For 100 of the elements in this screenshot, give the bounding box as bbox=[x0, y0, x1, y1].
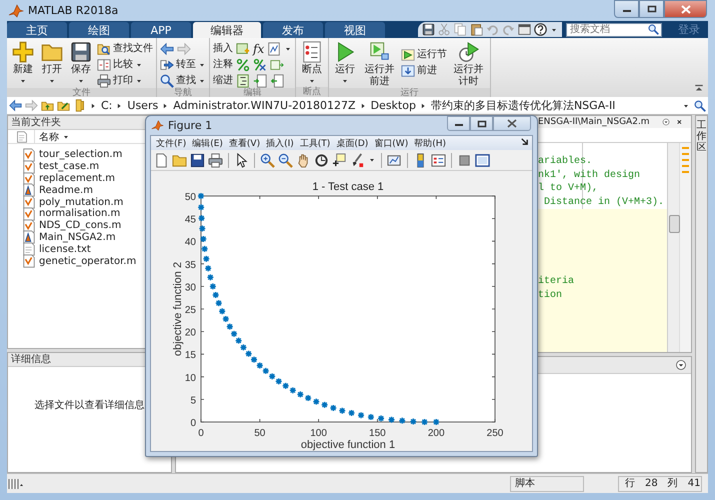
page-icon[interactable] bbox=[267, 42, 282, 56]
close-button[interactable] bbox=[664, 0, 707, 18]
uncomment-icon[interactable] bbox=[253, 58, 267, 72]
menu-item[interactable]: 窗口(W) bbox=[374, 136, 408, 150]
caret-icon[interactable] bbox=[308, 77, 316, 85]
file-item[interactable]: normalisation.m bbox=[22, 208, 120, 220]
maximize-button[interactable] bbox=[470, 116, 493, 131]
browse-folder-icon[interactable] bbox=[57, 99, 70, 112]
dropdown-icon[interactable] bbox=[662, 116, 670, 128]
back-arrow-icon[interactable] bbox=[160, 42, 174, 56]
zoom-out-icon[interactable] bbox=[278, 152, 293, 168]
editor-tab-title[interactable]: ENSGA-II\Main_NSGA2.m bbox=[538, 117, 650, 127]
maximize-button[interactable] bbox=[639, 0, 664, 18]
paste-icon[interactable] bbox=[470, 23, 483, 36]
new-file-icon[interactable] bbox=[154, 152, 169, 168]
minimize-button[interactable] bbox=[447, 116, 470, 131]
ribbon-tab[interactable]: APP bbox=[131, 22, 191, 38]
print-button[interactable]: 打印 bbox=[97, 73, 153, 88]
close-button[interactable] bbox=[493, 116, 531, 131]
brush-icon[interactable] bbox=[350, 152, 365, 168]
open-button[interactable]: 打开 bbox=[39, 41, 65, 85]
tick-label: 30 bbox=[184, 282, 196, 294]
caret-icon[interactable] bbox=[341, 77, 350, 85]
ribbon-tab[interactable]: 视图 bbox=[325, 22, 385, 38]
dropdown-icon[interactable] bbox=[675, 359, 687, 371]
outdent-icon[interactable] bbox=[270, 74, 284, 88]
caret-icon[interactable] bbox=[19, 77, 27, 85]
ribbon-tab[interactable]: 绘图 bbox=[69, 22, 129, 38]
ribbon-tab[interactable]: 发布 bbox=[263, 22, 323, 38]
breakpoints-button[interactable]: 断点 bbox=[299, 41, 326, 85]
rotate-icon[interactable] bbox=[314, 152, 329, 168]
minimize-button[interactable] bbox=[614, 0, 639, 18]
file-item[interactable]: test_case.m bbox=[22, 160, 100, 173]
goto-button[interactable]: 转至 bbox=[160, 57, 206, 72]
link-plot-icon[interactable] bbox=[387, 152, 402, 168]
compare-button[interactable]: 比较 bbox=[97, 57, 153, 72]
maximize-icon bbox=[646, 5, 656, 13]
back-arrow-icon[interactable] bbox=[9, 99, 22, 112]
column-number: 41 bbox=[688, 476, 700, 490]
wrap-comment-icon[interactable] bbox=[270, 58, 284, 72]
run-button[interactable]: 运行 bbox=[332, 41, 358, 85]
ribbon-tab[interactable]: 主页 bbox=[7, 22, 67, 38]
menu-item[interactable]: 插入(I) bbox=[266, 136, 294, 150]
caret-icon[interactable] bbox=[48, 77, 56, 85]
menu-item[interactable]: 工具(T) bbox=[300, 136, 330, 150]
app-logo-icon bbox=[8, 2, 24, 18]
run-and-time-button[interactable]: 运行并计时 bbox=[450, 41, 488, 88]
folder-search-icon bbox=[97, 42, 111, 56]
save-button[interactable]: 保存 bbox=[68, 41, 94, 85]
help-icon[interactable] bbox=[534, 23, 547, 36]
caret-icon[interactable] bbox=[77, 77, 85, 85]
function-button[interactable]: fx bbox=[253, 42, 264, 56]
close-icon[interactable] bbox=[676, 117, 682, 127]
zoom-in-icon[interactable] bbox=[260, 152, 275, 168]
file-item[interactable]: Main_NSGA2.m bbox=[22, 232, 116, 244]
indent-icon[interactable] bbox=[253, 74, 267, 88]
path-segment[interactable]: C: bbox=[101, 99, 112, 112]
window-icon[interactable] bbox=[518, 23, 531, 36]
find-files-button[interactable]: 查找文件 bbox=[97, 41, 153, 56]
text-file-icon bbox=[22, 242, 36, 256]
tick-label: 50 bbox=[184, 192, 196, 203]
hide-plot-tools-icon[interactable] bbox=[457, 152, 472, 168]
show-plot-tools-icon[interactable] bbox=[475, 152, 490, 168]
menu-item[interactable]: 编辑(E) bbox=[192, 136, 223, 150]
path-segment[interactable]: Users bbox=[127, 99, 158, 112]
ribbon-tab[interactable]: 编辑器 bbox=[193, 22, 261, 38]
status-type: 脚本 bbox=[510, 476, 584, 492]
file-item[interactable]: license.txt bbox=[22, 243, 91, 256]
menu-item[interactable]: 文件(F) bbox=[156, 136, 186, 150]
menu-item[interactable]: 帮助(H) bbox=[414, 136, 446, 150]
smart-indent-icon[interactable] bbox=[236, 74, 250, 88]
search-icon[interactable] bbox=[694, 100, 706, 112]
new-button[interactable]: 新建 bbox=[10, 41, 36, 85]
menu-item[interactable]: 桌面(D) bbox=[336, 136, 368, 150]
data-cursor-icon[interactable] bbox=[332, 152, 347, 168]
up-folder-icon[interactable] bbox=[41, 99, 54, 112]
vertical-scrollbar[interactable] bbox=[667, 143, 679, 352]
legend-icon[interactable] bbox=[431, 152, 446, 168]
run-advance-button[interactable]: 运行并前进 bbox=[361, 41, 398, 88]
printer-icon[interactable] bbox=[208, 152, 223, 168]
path-segment[interactable]: Desktop bbox=[370, 99, 416, 112]
menu-item[interactable]: 查看(V) bbox=[228, 136, 260, 150]
file-item[interactable]: poly_mutation.m bbox=[22, 196, 124, 208]
find-button[interactable]: 查找 bbox=[160, 73, 206, 88]
file-item[interactable]: Readme.m bbox=[22, 184, 93, 196]
path-segment[interactable]: 带约束的多目标遗传优化算法NSGA-II bbox=[430, 98, 616, 113]
dock-icon[interactable] bbox=[520, 137, 529, 146]
advance-button[interactable]: 前进 bbox=[401, 63, 448, 78]
run-section-button[interactable]: 运行节 bbox=[401, 47, 448, 62]
maximize-icon bbox=[476, 120, 486, 128]
collapse-icon[interactable] bbox=[694, 83, 704, 93]
path-segment[interactable]: Administrator.WIN7U-20180127Z bbox=[173, 99, 356, 112]
file-item[interactable]: tour_selection.m bbox=[22, 149, 122, 161]
insert-icon[interactable] bbox=[236, 42, 250, 56]
workspace-tab[interactable]: 工作区 bbox=[695, 115, 708, 473]
caret-icon[interactable] bbox=[368, 156, 376, 164]
file-item[interactable]: genetic_operator.m bbox=[22, 255, 136, 267]
search-icon bbox=[160, 74, 174, 88]
column-header[interactable]: 名称 bbox=[34, 130, 70, 144]
tick-label: 250 bbox=[486, 428, 504, 439]
